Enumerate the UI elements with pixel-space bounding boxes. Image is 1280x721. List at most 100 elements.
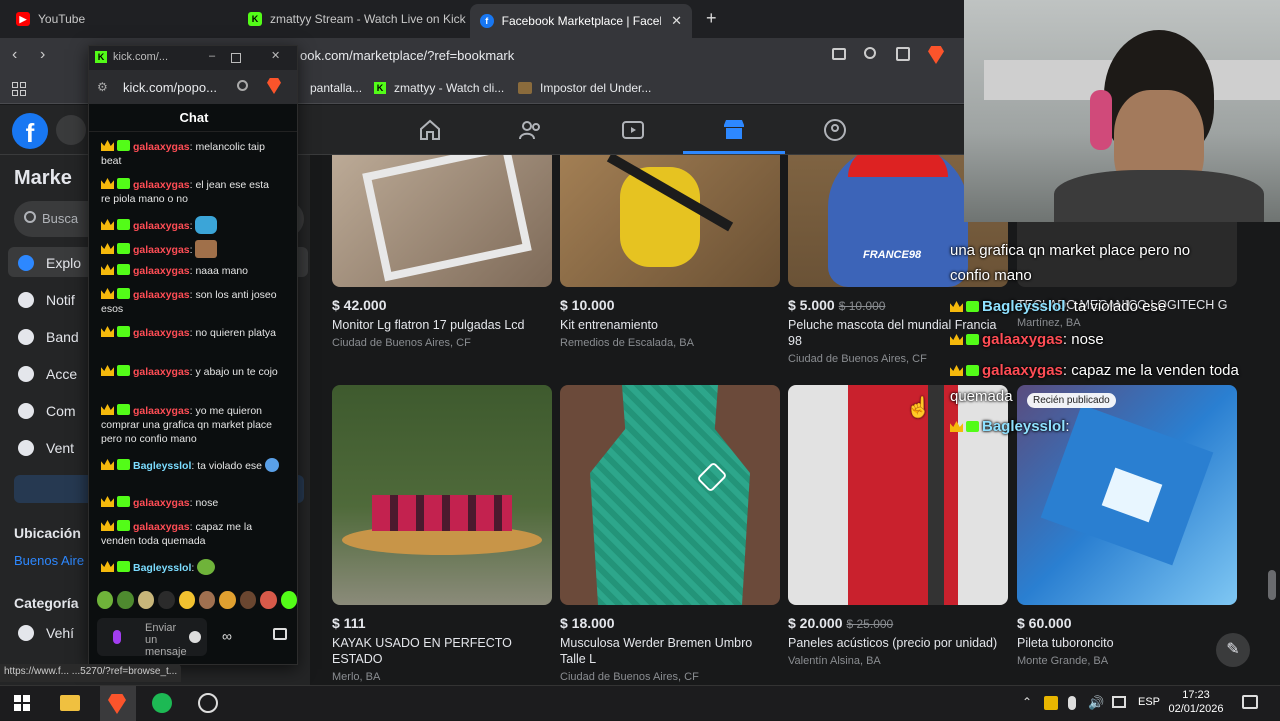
friends-icon[interactable] bbox=[518, 117, 544, 143]
location-value[interactable]: Buenos Aire bbox=[14, 553, 84, 568]
listing-card[interactable]: $ 111 KAYAK USADO EN PERFECTO ESTADO Mer… bbox=[332, 385, 552, 683]
back-icon[interactable]: ‹ bbox=[12, 46, 17, 64]
listing-card[interactable]: $ 18.000 Musculosa Werder Bremen Umbro T… bbox=[560, 385, 780, 683]
sidebar-item-inbox[interactable]: Band bbox=[18, 329, 79, 345]
close-icon[interactable]: ✕ bbox=[271, 49, 280, 62]
tray-chevron-icon[interactable]: ⌃ bbox=[1022, 695, 1032, 709]
file-explorer-icon[interactable] bbox=[60, 695, 80, 711]
groups-icon[interactable] bbox=[822, 117, 848, 143]
kick-icon: K bbox=[374, 82, 386, 94]
sub-badge-icon bbox=[117, 404, 130, 415]
listing-card[interactable]: $ 10.000 Kit entrenamiento Remedios de E… bbox=[560, 155, 780, 349]
status-url: https://www.f... ...5270/?ref=browse_t..… bbox=[0, 664, 182, 682]
listing-location: Valentín Alsina, BA bbox=[788, 655, 881, 667]
tab-label: zmattyy Stream - Watch Live on Kick bbox=[270, 12, 466, 26]
url-field[interactable]: ook.com/marketplace/?ref=bookmark bbox=[300, 44, 950, 68]
listing-location: Martínez, BA bbox=[1017, 317, 1081, 329]
mic-icon[interactable] bbox=[113, 630, 121, 644]
gift-icon[interactable] bbox=[273, 628, 287, 640]
search-icon[interactable] bbox=[56, 115, 86, 145]
chat-message: Bagleysslol: bbox=[101, 559, 281, 575]
listing-location: Monte Grande, BA bbox=[1017, 655, 1109, 667]
listing-image bbox=[332, 385, 552, 605]
facebook-logo-icon[interactable]: f bbox=[12, 113, 48, 149]
overlay-chat-line: galaaxygas: capaz me la venden toda bbox=[950, 362, 1239, 379]
chat-message: galaaxygas: nose bbox=[101, 496, 281, 510]
emote-icon[interactable] bbox=[117, 591, 134, 609]
crown-badge-icon bbox=[101, 243, 114, 254]
sidebar-item-access[interactable]: Acce bbox=[18, 366, 77, 382]
search-icon[interactable] bbox=[237, 80, 248, 91]
minimize-icon[interactable]: – bbox=[209, 50, 215, 62]
tab-label: Facebook Marketplace | Faceboo bbox=[501, 14, 661, 28]
tray-app-icon[interactable] bbox=[1044, 696, 1058, 710]
brave-shield-icon[interactable] bbox=[267, 78, 281, 94]
category-vehicles[interactable]: Vehí bbox=[18, 625, 74, 641]
site-settings-icon[interactable]: ⚙ bbox=[97, 80, 108, 94]
crown-badge-icon bbox=[101, 365, 114, 376]
emote-icon[interactable] bbox=[97, 591, 114, 609]
emote-icon[interactable] bbox=[158, 591, 175, 609]
chat-placeholder: Enviar un mensaje bbox=[145, 622, 187, 658]
emote-icon[interactable] bbox=[137, 591, 155, 609]
network-icon[interactable] bbox=[1112, 696, 1126, 708]
listing-location: Ciudad de Buenos Aires, CF bbox=[332, 337, 471, 349]
close-tab-icon[interactable]: ✕ bbox=[671, 13, 682, 29]
bookmark-impostor[interactable]: Impostor del Under... bbox=[518, 81, 651, 95]
emote-icon[interactable] bbox=[219, 591, 236, 609]
tab-youtube[interactable]: ▶ YouTube bbox=[6, 6, 95, 32]
sub-badge-icon bbox=[966, 421, 979, 432]
install-app-icon[interactable] bbox=[832, 48, 846, 60]
notification-icon[interactable] bbox=[1242, 695, 1258, 709]
search-icon bbox=[24, 211, 36, 223]
sidebar-item-notifications[interactable]: Notif bbox=[18, 292, 75, 308]
language-indicator[interactable]: ESP bbox=[1138, 696, 1160, 708]
bookmark-pantalla[interactable]: pantalla... bbox=[310, 81, 362, 95]
tab-facebook-marketplace[interactable]: f Facebook Marketplace | Faceboo ✕ bbox=[470, 4, 692, 38]
facebook-icon: f bbox=[480, 14, 494, 28]
overlay-chat-line: galaaxygas: nose bbox=[950, 331, 1104, 348]
windows-start-icon[interactable] bbox=[14, 695, 30, 711]
apps-grid-icon[interactable] bbox=[12, 82, 26, 96]
speaker-icon[interactable]: 🔊 bbox=[1088, 695, 1104, 711]
kick-icon: K bbox=[248, 12, 262, 26]
chat-message: galaaxygas: no quieren platya bbox=[101, 326, 281, 340]
emote-icon[interactable] bbox=[239, 591, 257, 609]
zoom-icon[interactable] bbox=[864, 47, 876, 59]
sub-badge-icon bbox=[117, 520, 130, 531]
emote-icon bbox=[264, 458, 279, 472]
emote-icon[interactable] bbox=[199, 591, 216, 609]
clock[interactable]: 17:23 02/01/2026 bbox=[1168, 688, 1224, 716]
maximize-icon[interactable] bbox=[231, 53, 241, 63]
listing-image bbox=[560, 155, 780, 287]
sidebar-item-selling[interactable]: Vent bbox=[18, 440, 74, 456]
chat-message: galaaxygas: y abajo un te cojo bbox=[101, 365, 281, 379]
emoji-icon[interactable] bbox=[189, 631, 201, 643]
tab-kick[interactable]: K zmattyy Stream - Watch Live on Kick bbox=[238, 6, 476, 32]
emote-icon[interactable] bbox=[178, 591, 196, 609]
popup-url[interactable]: kick.com/popo... bbox=[123, 80, 217, 95]
emote-icon[interactable] bbox=[260, 591, 277, 609]
marketplace-icon[interactable] bbox=[721, 117, 747, 143]
chat-input[interactable]: Enviar un mensaje bbox=[97, 618, 207, 658]
new-tab-button[interactable]: + bbox=[706, 8, 717, 29]
listing-location: Merlo, BA bbox=[332, 671, 381, 683]
emote-icon[interactable] bbox=[280, 591, 297, 609]
scrollbar-thumb[interactable] bbox=[1268, 570, 1276, 600]
forward-icon[interactable]: › bbox=[40, 46, 45, 64]
obs-icon[interactable] bbox=[198, 693, 218, 713]
cart-icon bbox=[18, 403, 34, 419]
share-icon[interactable] bbox=[896, 47, 910, 61]
sidebar-item-buying[interactable]: Com bbox=[18, 403, 76, 419]
emote-icon bbox=[195, 216, 218, 234]
spotify-icon[interactable] bbox=[152, 693, 172, 713]
compose-message-icon[interactable]: ✎ bbox=[1216, 633, 1250, 667]
crown-badge-icon bbox=[101, 326, 114, 337]
sidebar-item-explore[interactable]: Explo bbox=[18, 255, 81, 271]
listing-card[interactable]: $ 42.000 Monitor Lg flatron 17 pulgadas … bbox=[332, 155, 552, 349]
bookmark-zmattyy[interactable]: K zmattyy - Watch cli... bbox=[374, 81, 504, 95]
home-icon[interactable] bbox=[417, 117, 443, 143]
microphone-icon[interactable] bbox=[1068, 696, 1076, 710]
video-icon[interactable] bbox=[620, 117, 646, 143]
infinity-icon[interactable]: ∞ bbox=[222, 628, 232, 644]
